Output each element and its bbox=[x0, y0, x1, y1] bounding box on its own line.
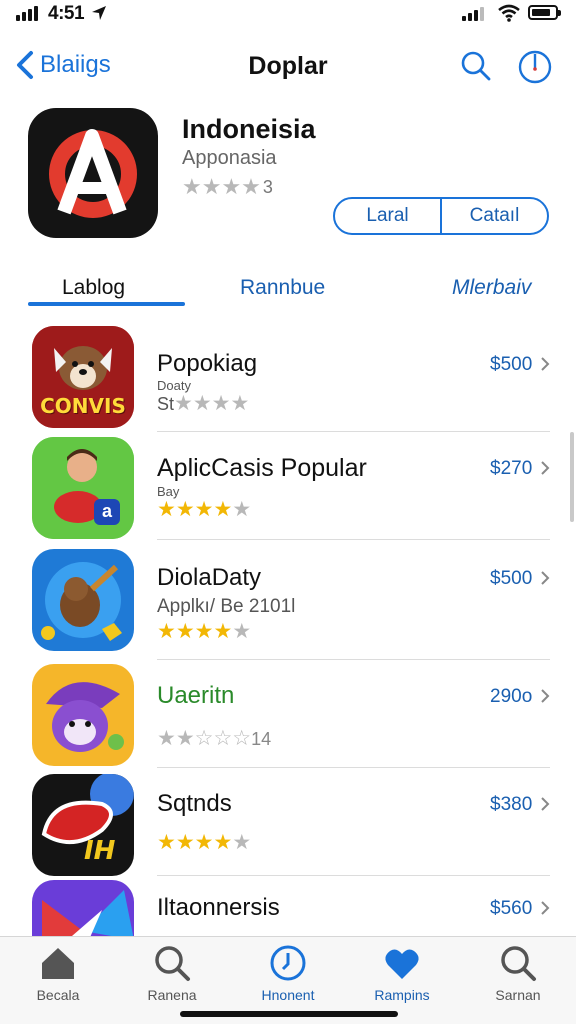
app-icon bbox=[32, 549, 134, 651]
tab-bar-item-ranena[interactable]: Ranena bbox=[122, 943, 222, 1003]
wizard-cat-icon bbox=[32, 664, 134, 766]
app-rating: ★★☆☆☆14 bbox=[157, 727, 272, 750]
search-icon bbox=[155, 946, 190, 981]
search-icon bbox=[501, 946, 536, 981]
info-icon[interactable] bbox=[518, 50, 552, 84]
scrollbar[interactable] bbox=[570, 432, 574, 522]
tab-bar-label: Hnonent bbox=[261, 987, 315, 1003]
status-time: 4:51 bbox=[48, 3, 85, 24]
featured-app-rating: ★★★★ 3 bbox=[182, 176, 273, 198]
app-icon-text: CONVIS bbox=[40, 394, 126, 418]
app-icon: IH bbox=[32, 774, 134, 876]
app-price[interactable]: $560 bbox=[490, 898, 532, 920]
app-icon: a bbox=[32, 437, 134, 539]
chevron-right-icon bbox=[541, 571, 550, 585]
rating-count: 14 bbox=[251, 729, 272, 749]
tab-bar-label: Sarnan bbox=[495, 987, 541, 1003]
compass-icon bbox=[32, 880, 134, 936]
tab-bar-label: Rampins bbox=[374, 987, 430, 1003]
tab-bar-item-rampins[interactable]: Rampins bbox=[352, 943, 452, 1003]
app-icon bbox=[32, 880, 134, 936]
featured-app-name: Indoneisia bbox=[182, 114, 316, 144]
app-subtitle: Bay bbox=[157, 484, 180, 499]
tab-mlerbaiv[interactable]: Mlerbaiv bbox=[452, 276, 531, 300]
rating-stars: ★★★★ bbox=[182, 174, 261, 199]
wifi-icon bbox=[498, 4, 520, 22]
tab-bar-item-sarnan[interactable]: Sarnan bbox=[468, 943, 568, 1003]
home-indicator bbox=[180, 1011, 398, 1017]
chevron-right-icon bbox=[541, 689, 550, 703]
battery-icon bbox=[528, 5, 561, 20]
list-item[interactable]: CONVIS Popokiag Doaty St★★★★ $500 bbox=[0, 320, 576, 432]
app-price[interactable]: $380 bbox=[490, 794, 532, 816]
segment-button-2[interactable]: Cataıl bbox=[440, 199, 547, 233]
app-rating-prefix: St bbox=[157, 394, 175, 414]
app-name: Uaeritn bbox=[157, 682, 235, 709]
app-name: DiolaDaty bbox=[157, 564, 262, 591]
app-subtitle: Doaty bbox=[157, 378, 191, 393]
status-bar: 4:51 bbox=[0, 0, 576, 30]
list-item[interactable]: a AplicCasis Popular Bay ★★★★★ $270 bbox=[0, 432, 576, 540]
tab-rannbue[interactable]: Rannbue bbox=[240, 276, 325, 300]
cartoon-character-icon bbox=[32, 437, 134, 539]
clock-icon bbox=[270, 945, 306, 981]
app-price[interactable]: $500 bbox=[490, 354, 532, 376]
app-name: AplicCasis Popular bbox=[157, 454, 367, 482]
rating-count: 3 bbox=[262, 176, 273, 197]
app-price[interactable]: $500 bbox=[490, 568, 532, 590]
app-rating: St★★★★ bbox=[157, 393, 249, 414]
list-item[interactable]: Uaeritn ★★☆☆☆14 290o bbox=[0, 660, 576, 768]
app-name: Popokiag bbox=[157, 350, 258, 377]
app-icon-text: IH bbox=[84, 836, 116, 866]
rating-stars: ★★★★★ bbox=[157, 620, 252, 643]
app-name: Sqtnds bbox=[157, 790, 232, 817]
rating-stars: ★★★★★ bbox=[157, 498, 252, 521]
list-item[interactable]: DiolaDaty Applkı/ Be 2101l ★★★★★ $500 bbox=[0, 540, 576, 660]
cellular-signal-icon bbox=[16, 5, 38, 21]
app-price[interactable]: 290o bbox=[490, 686, 532, 708]
tab-bar-label: Becala bbox=[36, 987, 80, 1003]
chevron-right-icon bbox=[541, 357, 550, 371]
rating-stars: ★★★★ bbox=[174, 392, 250, 415]
list-item[interactable]: Iltaonnersis $560 bbox=[0, 876, 576, 936]
app-logo-icon bbox=[49, 129, 137, 218]
app-name: Iltaonnersis bbox=[157, 894, 280, 921]
guitar-animal-icon bbox=[32, 549, 134, 651]
cellular-signal-icon-right bbox=[462, 5, 484, 21]
tab-bar-label: Ranena bbox=[147, 987, 197, 1003]
steak-icon bbox=[32, 774, 134, 876]
chevron-right-icon bbox=[541, 461, 550, 475]
list-item[interactable]: IH Sqtnds ★★★★★ $380 bbox=[0, 768, 576, 876]
app-icon: CONVIS bbox=[32, 326, 134, 428]
segmented-control: Laral Cataıl bbox=[333, 197, 549, 235]
segment-button-1[interactable]: Laral bbox=[335, 199, 440, 233]
active-tab-indicator bbox=[28, 302, 185, 306]
app-icon bbox=[32, 664, 134, 766]
featured-app-subtitle: Apponasia bbox=[182, 147, 277, 169]
heart-icon bbox=[385, 949, 419, 979]
tab-bar-item-hnonent[interactable]: Hnonent bbox=[238, 943, 338, 1003]
home-icon bbox=[42, 948, 74, 979]
search-icon[interactable] bbox=[460, 50, 492, 82]
rating-stars: ★★★★★ bbox=[157, 831, 252, 854]
chevron-right-icon bbox=[541, 797, 550, 811]
tab-bar-item-becala[interactable]: Becala bbox=[8, 943, 108, 1003]
app-subtitle: Applkı/ Be 2101l bbox=[157, 596, 296, 617]
featured-app-icon[interactable] bbox=[28, 108, 158, 238]
app-price[interactable]: $270 bbox=[490, 458, 532, 480]
location-arrow-icon bbox=[92, 6, 106, 20]
tab-lablog[interactable]: Lablog bbox=[62, 276, 125, 300]
app-icon-text: a bbox=[101, 501, 112, 521]
chevron-right-icon bbox=[541, 901, 550, 915]
